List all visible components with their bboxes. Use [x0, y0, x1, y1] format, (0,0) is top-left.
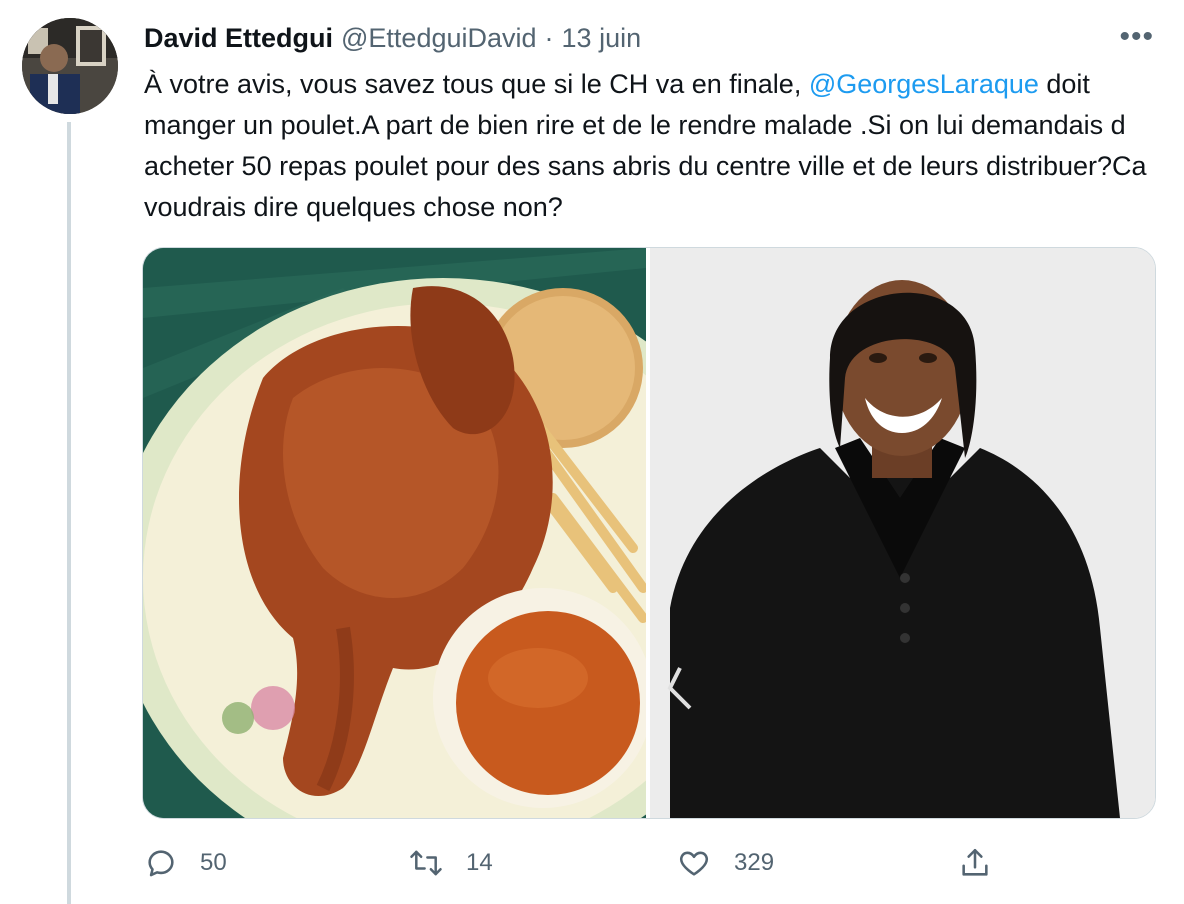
- mention-link[interactable]: @GeorgesLaraque: [809, 69, 1039, 99]
- more-options-icon[interactable]: •••: [1119, 22, 1154, 52]
- tweet-header: David Ettedgui @EttedguiDavid · 13 juin: [144, 20, 1154, 56]
- tweet-content: David Ettedgui @EttedguiDavid · 13 juin …: [144, 20, 1154, 228]
- portrait-image: [650, 248, 1155, 818]
- author-display-name[interactable]: David Ettedgui: [144, 20, 333, 56]
- retweet-button[interactable]: 14: [408, 838, 493, 888]
- avatar-image: [22, 18, 118, 114]
- reply-button[interactable]: 50: [144, 838, 227, 888]
- tweet-timestamp[interactable]: 13 juin: [562, 20, 642, 56]
- like-count: 329: [734, 849, 775, 876]
- media-image-portrait[interactable]: [650, 248, 1155, 818]
- retweet-icon: [408, 846, 444, 880]
- tweet-text: À votre avis, vous savez tous que si le …: [144, 64, 1154, 228]
- chicken-image: [143, 248, 646, 818]
- like-button[interactable]: 329: [676, 838, 774, 888]
- author-handle[interactable]: @EttedguiDavid: [341, 20, 537, 56]
- thread-line: [67, 122, 71, 904]
- share-icon: [958, 846, 992, 880]
- share-button[interactable]: [958, 838, 992, 888]
- retweet-count: 14: [466, 849, 493, 876]
- tweet-media: [142, 247, 1156, 819]
- reply-count: 50: [200, 849, 227, 876]
- tweet-text-part1: À votre avis, vous savez tous que si le …: [144, 69, 809, 99]
- tweet: David Ettedgui @EttedguiDavid · 13 juin …: [0, 0, 1184, 904]
- heart-icon: [676, 846, 712, 880]
- header-separator: ·: [544, 23, 554, 53]
- avatar[interactable]: [22, 18, 118, 114]
- tweet-actions: 50 14 329: [144, 838, 1004, 888]
- media-image-chicken[interactable]: [143, 248, 646, 818]
- reply-icon: [144, 846, 178, 880]
